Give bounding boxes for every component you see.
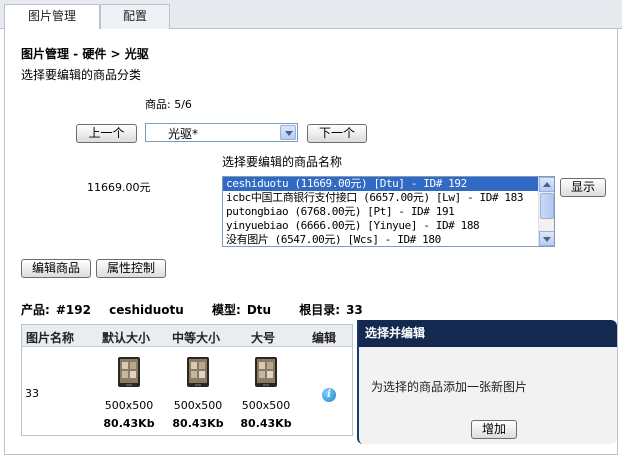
listbox-scrollbar[interactable]: [538, 177, 554, 246]
image-file-size: 80.43Kb: [240, 417, 292, 430]
attribute-control-button[interactable]: 属性控制: [96, 259, 166, 278]
directory-value: 33: [346, 303, 363, 317]
product-thumbnail-icon[interactable]: [117, 356, 141, 388]
image-name: 33: [25, 387, 39, 400]
product-id: #192: [55, 303, 91, 317]
image-file-size: 80.43Kb: [172, 417, 224, 430]
image-dimensions: 500x500: [241, 399, 291, 412]
tab-image-management[interactable]: 图片管理: [4, 4, 100, 30]
page-subtitle: 选择要编辑的商品分类: [21, 68, 142, 82]
main-panel: 图片管理 - 硬件 > 光驱 选择要编辑的商品分类 商品: 5/6 上一个 光驱…: [4, 29, 618, 455]
product-info: 产品: #192 ceshiduotu 模型: Dtu 根目录: 33: [21, 301, 369, 318]
column-header: 大号: [251, 331, 276, 345]
product-label: 产品:: [21, 303, 50, 317]
selected-price: 11669.00元: [87, 181, 151, 194]
list-item[interactable]: yinyuebiao (6666.00元) [Yinyue] - ID# 188: [223, 219, 554, 233]
model-label: 模型:: [212, 303, 241, 317]
product-thumbnail-icon[interactable]: [186, 356, 210, 388]
add-image-button[interactable]: 增加: [471, 420, 517, 439]
select-edit-panel: 选择并编辑 为选择的商品添加一张新图片 增加: [357, 320, 617, 444]
chevron-down-icon[interactable]: [280, 125, 296, 140]
list-item[interactable]: putongbiao (6768.00元) [Pt] - ID# 191: [223, 205, 554, 219]
category-select-value: 光驱*: [168, 127, 199, 141]
image-table: 图片名称 默认大小 中等大小 大号 编辑 33 500x500 500x500 …: [21, 324, 353, 436]
product-count: 商品: 5/6: [145, 98, 192, 111]
list-item[interactable]: ceshiduotu (11669.00元) [Dtu] - ID# 192: [223, 177, 554, 191]
scroll-thumb[interactable]: [540, 193, 554, 219]
prev-button[interactable]: 上一个: [76, 124, 137, 143]
edit-product-button[interactable]: 编辑商品: [21, 259, 91, 278]
product-name: ceshiduotu: [109, 303, 184, 317]
breadcrumb: 图片管理 - 硬件 > 光驱: [21, 47, 149, 61]
table-header: 图片名称 默认大小 中等大小 大号 编辑: [22, 325, 352, 347]
scroll-up-icon[interactable]: [539, 177, 554, 192]
product-listbox[interactable]: ceshiduotu (11669.00元) [Dtu] - ID# 192 i…: [222, 176, 555, 247]
tab-config[interactable]: 配置: [100, 4, 170, 29]
image-dimensions: 500x500: [104, 399, 154, 412]
column-header: 中等大小: [172, 331, 221, 345]
list-item[interactable]: 没有图片 (6547.00元) [Wcs] - ID# 180: [223, 233, 554, 246]
column-header: 默认大小: [102, 331, 151, 345]
product-list-label: 选择要编辑的商品名称: [222, 155, 343, 169]
category-select[interactable]: 光驱*: [145, 123, 298, 142]
model-value: Dtu: [246, 303, 272, 317]
show-button[interactable]: 显示: [560, 178, 606, 197]
image-dimensions: 500x500: [173, 399, 223, 412]
panel-title: 选择并编辑: [359, 320, 617, 347]
product-thumbnail-icon[interactable]: [254, 356, 278, 388]
edit-info-icon[interactable]: i: [322, 388, 336, 402]
column-header: 图片名称: [26, 331, 75, 345]
scroll-down-icon[interactable]: [539, 231, 554, 246]
column-header: 编辑: [312, 331, 337, 345]
list-item[interactable]: icbc中国工商银行支付接口 (6657.00元) [Lw] - ID# 183: [223, 191, 554, 205]
directory-label: 根目录:: [299, 303, 341, 317]
next-button[interactable]: 下一个: [307, 124, 367, 143]
tab-bar: 图片管理 配置: [0, 0, 622, 30]
panel-description: 为选择的商品添加一张新图片: [371, 380, 528, 394]
image-file-size: 80.43Kb: [103, 417, 155, 430]
